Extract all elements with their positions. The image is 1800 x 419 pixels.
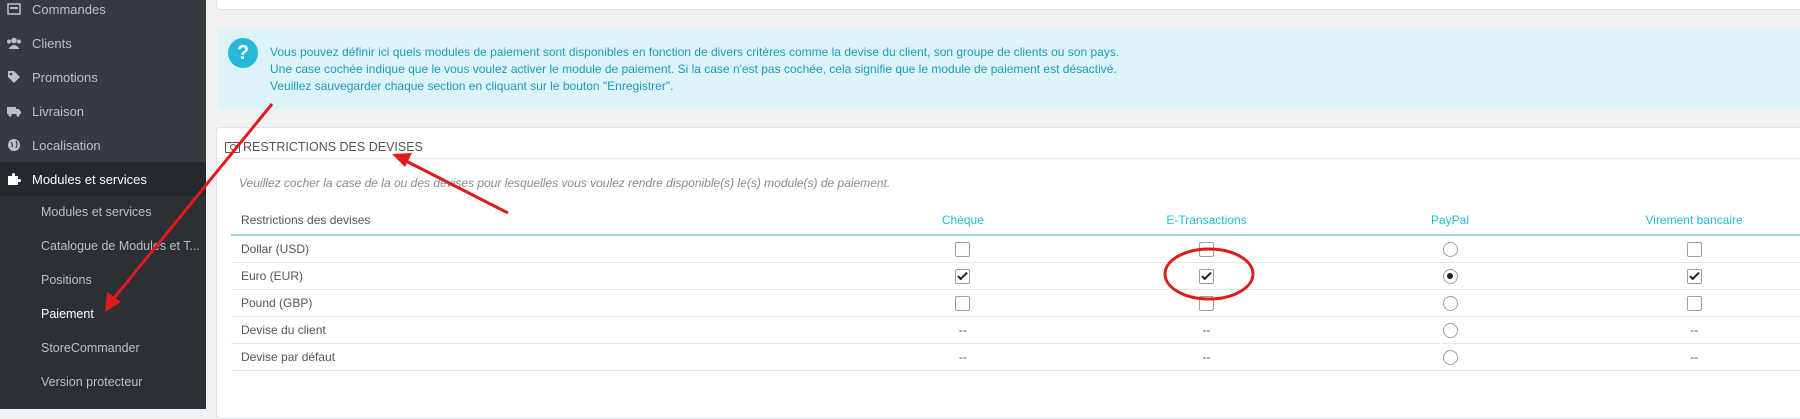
empty-value: -- (1202, 350, 1211, 364)
checkbox[interactable] (1199, 295, 1214, 311)
table-row: Devise du client -- -- -- (231, 316, 1800, 344)
panel-heading: Restrictions des devises (225, 137, 423, 157)
currency-label: Euro (EUR) (231, 262, 842, 290)
checkbox[interactable] (955, 295, 971, 311)
info-line: Vous pouvez définir ici quels modules de… (270, 45, 1120, 59)
nav-label: Livraison (32, 103, 85, 119)
table-cell (841, 262, 1085, 290)
table-cell (1571, 235, 1800, 263)
nav-modules[interactable]: Modules et services (0, 162, 206, 196)
table-row: Devise par défaut -- -- -- (231, 343, 1800, 371)
currency-restrictions-panel: Restrictions des devises Veuillez cocher… (216, 127, 1800, 419)
table-cell (1571, 262, 1800, 290)
help-text: Veuillez cocher la case de la ou des dev… (239, 176, 891, 190)
radio-button[interactable] (1442, 349, 1458, 365)
sidebar: Commandes Clients Promotions Livraison L… (0, 0, 206, 409)
nav-label: Promotions (32, 69, 98, 85)
table-cell: -- (841, 343, 1085, 371)
info-line: Une case cochée indique que le vous voul… (270, 62, 1117, 76)
checkbox[interactable] (1199, 268, 1214, 284)
table-cell (1084, 289, 1329, 317)
checkbox[interactable] (955, 268, 971, 284)
table-header-row: Restrictions des devises Chèque E-Transa… (231, 206, 1800, 236)
checkbox[interactable] (1686, 295, 1702, 311)
info-alert: ? Vous pouvez définir ici quels modules … (218, 28, 1800, 109)
currency-label: Pound (GBP) (231, 289, 842, 317)
tags-icon (4, 70, 24, 84)
checkbox[interactable] (1686, 241, 1702, 257)
question-icon: ? (228, 38, 258, 68)
table-cell (1328, 289, 1572, 317)
nav-localisation[interactable]: Localisation (0, 128, 206, 162)
table-cell: -- (1571, 316, 1800, 344)
radio-button[interactable] (1442, 322, 1458, 338)
table-cell (1571, 289, 1800, 317)
info-text: Vous pouvez définir ici quels modules de… (270, 44, 1119, 95)
nav-commandes[interactable]: Commandes (0, 0, 206, 26)
panel-title: Restrictions des devises (243, 140, 423, 154)
empty-value: -- (958, 350, 967, 364)
empty-value: -- (958, 323, 967, 337)
table-cell: -- (1084, 316, 1329, 344)
table-row: Pound (GBP) (231, 289, 1800, 317)
submenu-catalogue[interactable]: Catalogue de Modules et T... (41, 235, 200, 257)
table-cell (1084, 262, 1329, 290)
checkbox[interactable] (1686, 268, 1702, 284)
currency-label: Devise du client (231, 316, 842, 344)
table-row: Euro (EUR) (231, 262, 1800, 290)
top-panel (216, 0, 1800, 10)
nav-label: Clients (32, 35, 72, 51)
inbox-icon (4, 3, 24, 15)
users-icon (4, 37, 24, 49)
money-icon (225, 141, 240, 153)
column-header[interactable]: Virement bancaire (1571, 206, 1800, 236)
submenu-modules-services[interactable]: Modules et services (41, 201, 151, 223)
table-cell (1328, 316, 1572, 344)
currency-label: Dollar (USD) (231, 235, 842, 263)
radio-button[interactable] (1442, 268, 1458, 284)
nav-clients[interactable]: Clients (0, 26, 206, 60)
divider (217, 158, 1800, 159)
currency-table: Restrictions des devises Chèque E-Transa… (231, 206, 1800, 371)
submenu-paiement[interactable]: Paiement (41, 303, 94, 325)
radio-button[interactable] (1442, 295, 1458, 311)
table-cell (1328, 262, 1572, 290)
column-header: Restrictions des devises (231, 206, 842, 236)
radio-button[interactable] (1442, 241, 1458, 257)
nav-promotions[interactable]: Promotions (0, 60, 206, 94)
empty-value: -- (1690, 323, 1699, 337)
info-line: Veuillez sauvegarder chaque section en c… (270, 79, 674, 93)
submenu-positions[interactable]: Positions (41, 269, 92, 291)
table-cell: -- (841, 316, 1085, 344)
table-cell: -- (1084, 343, 1329, 371)
empty-value: -- (1202, 323, 1211, 337)
nav-label: Commandes (32, 1, 106, 17)
submenu-storecommander[interactable]: StoreCommander (41, 337, 140, 359)
empty-value: -- (1690, 350, 1699, 364)
table-cell (1084, 235, 1329, 263)
column-header[interactable]: Chèque (841, 206, 1085, 236)
column-header: PayPal (1328, 206, 1572, 236)
nav-livraison[interactable]: Livraison (0, 94, 206, 128)
checkbox[interactable] (1199, 241, 1214, 257)
puzzle-icon (4, 172, 24, 186)
modules-submenu: Modules et services Catalogue de Modules… (0, 196, 206, 409)
table-cell: -- (1571, 343, 1800, 371)
nav-label: Modules et services (32, 171, 147, 187)
nav-label: Localisation (32, 137, 101, 153)
truck-icon (4, 105, 24, 117)
currency-label: Devise par défaut (231, 343, 842, 371)
table-cell (841, 235, 1085, 263)
checkbox[interactable] (955, 241, 971, 257)
table-cell (1328, 235, 1572, 263)
table-cell (841, 289, 1085, 317)
submenu-version-protecteur[interactable]: Version protecteur (41, 371, 142, 393)
globe-icon (4, 138, 24, 152)
table-row: Dollar (USD) (231, 235, 1800, 263)
column-header[interactable]: E-Transactions (1084, 206, 1329, 236)
table-cell (1328, 343, 1572, 371)
